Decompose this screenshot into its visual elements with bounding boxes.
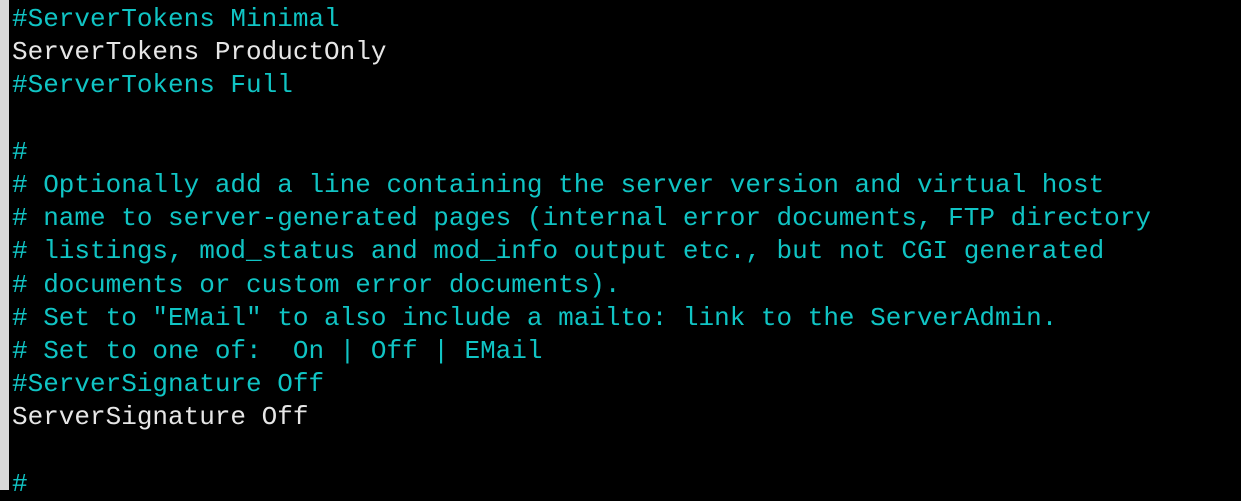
config-comment-line: # documents or custom error documents). [12, 269, 621, 300]
config-comment-line: # [12, 136, 28, 167]
config-directive-line: ServerSignature Off [12, 402, 309, 433]
config-comment-line: #ServerTokens Minimal [12, 4, 340, 34]
config-directive-line: ServerTokens ProductOnly [12, 37, 387, 68]
config-directive-line [12, 434, 1151, 467]
config-directive-line [12, 103, 1151, 136]
config-comment-line: #ServerSignature Off [12, 369, 325, 400]
config-comment-line: # name to server-generated pages (intern… [12, 203, 1151, 234]
window-left-border [0, 0, 9, 490]
config-comment-line: # listings, mod_status and mod_info outp… [12, 236, 1105, 267]
config-comment-line: # Optionally add a line containing the s… [12, 169, 1105, 200]
config-comment-line: # [12, 468, 28, 499]
config-comment-line: # Set to "EMail" to also include a mailt… [12, 302, 1058, 333]
config-comment-line: #ServerTokens Full [12, 70, 293, 101]
terminal-text-area[interactable]: #ServerTokens Minimal ServerTokens Produc… [12, 3, 1151, 501]
config-comment-line: # Set to one of: On | Off | EMail [12, 335, 543, 366]
